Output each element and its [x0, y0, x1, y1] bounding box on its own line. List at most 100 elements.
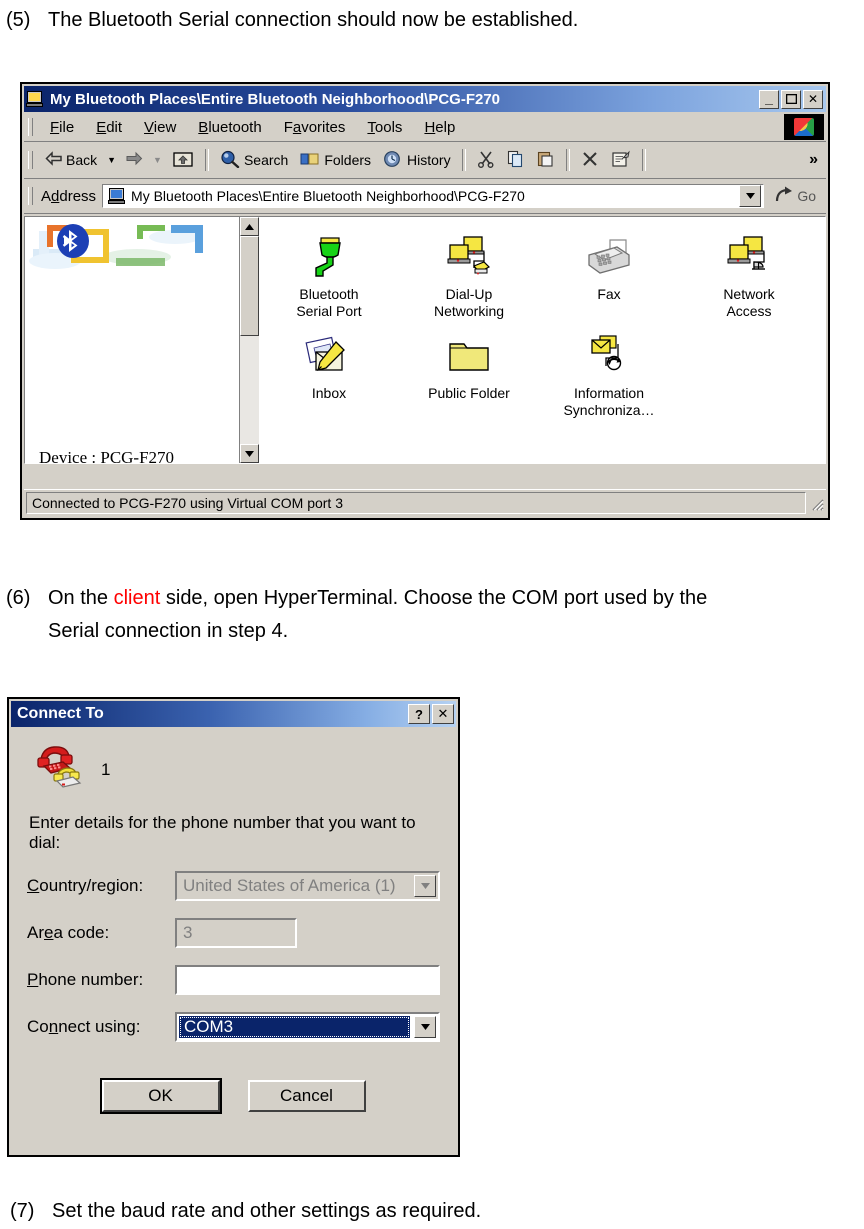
resize-grip[interactable] — [808, 495, 824, 511]
connection-header: 1 — [27, 739, 440, 801]
field-row-country: Country/region: United States of America… — [27, 871, 440, 901]
item-public-folder[interactable]: Public Folder — [399, 326, 539, 425]
go-button[interactable]: Go — [764, 186, 826, 207]
forward-button[interactable] — [120, 148, 149, 172]
step-7-body: Set the baud rate and other settings as … — [52, 1200, 482, 1222]
copy-button[interactable] — [501, 147, 531, 174]
item-network-access[interactable]: Network Access — [679, 227, 819, 326]
menu-bluetooth[interactable]: Bluetooth — [187, 116, 272, 139]
explorer-left-pane: Device : PCG-F270 — [25, 217, 239, 463]
toolbar-overflow-button[interactable]: » — [809, 151, 818, 169]
close-button[interactable]: ✕ — [803, 89, 823, 109]
cancel-button[interactable]: Cancel — [247, 1080, 366, 1112]
left-pane-scrollbar[interactable] — [239, 217, 259, 463]
paste-button[interactable] — [531, 147, 561, 174]
item-inbox[interactable]: Inbox — [259, 326, 399, 425]
dialog-action-buttons: OK Cancel — [27, 1080, 440, 1112]
dialog-close-button[interactable]: ✕ — [432, 704, 454, 724]
toolbar-separator-4 — [641, 149, 646, 171]
addressbar-grip[interactable] — [28, 187, 33, 205]
phone-icon — [35, 743, 91, 798]
scrollbar-track[interactable] — [240, 336, 259, 444]
toolbar-grip[interactable] — [28, 151, 33, 169]
up-folder-icon — [172, 149, 194, 172]
step-6-number: (6) — [6, 587, 31, 609]
field-row-phone-number: Phone number: — [27, 965, 440, 995]
device-label: Device : PCG-F270 — [39, 448, 175, 463]
menubar-grip[interactable] — [28, 118, 33, 136]
history-button[interactable]: History — [377, 147, 457, 174]
step-5-text: (5) The Bluetooth Serial connection shoul… — [6, 5, 578, 35]
address-dropdown-button[interactable] — [739, 185, 762, 207]
country-region-dropdown-icon[interactable] — [414, 875, 436, 897]
menu-tools[interactable]: Tools — [356, 116, 413, 139]
item-information-synchronization[interactable]: Information Synchroniza… — [539, 326, 679, 425]
field-row-connect-using: Connect using: COM3 — [27, 1012, 440, 1042]
dialog-intro-text: Enter details for the phone number that … — [29, 813, 416, 852]
connect-using-dropdown-icon[interactable] — [414, 1016, 436, 1038]
country-region-value: United States of America (1) — [183, 876, 396, 895]
scissors-icon — [477, 150, 495, 171]
address-input[interactable]: My Bluetooth Places\Entire Bluetooth Nei… — [102, 184, 765, 208]
step-5-number: (5) — [6, 9, 31, 31]
search-button[interactable]: Search — [214, 147, 294, 174]
item-label-line2: Networking — [433, 303, 505, 319]
area-code-value: 3 — [183, 923, 193, 942]
area-code-input[interactable]: 3 — [175, 918, 297, 948]
country-region-combo[interactable]: United States of America (1) — [175, 871, 440, 901]
item-fax[interactable]: Fax — [539, 227, 679, 326]
connect-using-combo[interactable]: COM3 — [175, 1012, 440, 1042]
cut-button[interactable] — [471, 147, 501, 174]
back-arrow-icon — [45, 151, 62, 169]
folder-icon — [399, 330, 539, 380]
address-value: My Bluetooth Places\Entire Bluetooth Nei… — [131, 188, 525, 204]
paste-icon — [537, 150, 555, 171]
history-icon — [383, 150, 403, 171]
scroll-up-button[interactable] — [240, 217, 259, 236]
toolbar-separator-3 — [565, 149, 570, 171]
menu-file[interactable]: File — [39, 116, 85, 139]
delete-button[interactable] — [575, 147, 605, 174]
search-label: Search — [243, 152, 289, 168]
item-label-line1: Dial-Up — [445, 286, 493, 302]
dialog-title-bar: Connect To ? ✕ — [11, 701, 456, 727]
item-bluetooth-serial-port[interactable]: Bluetooth Serial Port — [259, 227, 399, 326]
back-dropdown-icon[interactable]: ▼ — [103, 155, 120, 165]
properties-button[interactable] — [605, 147, 637, 174]
explorer-window: My Bluetooth Places\Entire Bluetooth Nei… — [20, 82, 830, 520]
step-6-body-a: On the — [48, 587, 114, 609]
window-controls: _ ✕ — [759, 89, 824, 109]
phone-number-input[interactable] — [175, 965, 440, 995]
scroll-down-button[interactable] — [240, 444, 259, 463]
address-bar: Address My Bluetooth Places\Entire Bluet… — [24, 179, 826, 214]
explorer-title-bar: My Bluetooth Places\Entire Bluetooth Nei… — [24, 86, 826, 112]
history-label: History — [407, 152, 451, 168]
info-sync-icon — [539, 330, 679, 380]
help-button[interactable]: ? — [408, 704, 430, 724]
step-6-line2: Serial connection in step 4. — [48, 620, 289, 642]
item-label-line2: Synchroniza… — [563, 402, 655, 418]
icon-grid: Bluetooth Serial Port Dial-Up Networking… — [259, 227, 825, 425]
toolbar-separator-2 — [461, 149, 466, 171]
network-access-icon — [679, 231, 819, 281]
connect-to-dialog: Connect To ? ✕ 1 Enter details for the p… — [7, 697, 460, 1157]
item-dialup-networking[interactable]: Dial-Up Networking — [399, 227, 539, 326]
back-button[interactable]: Back — [39, 148, 103, 172]
forward-dropdown-icon[interactable]: ▼ — [149, 155, 166, 165]
menu-view[interactable]: View — [133, 116, 187, 139]
ok-button[interactable]: OK — [101, 1080, 220, 1112]
menu-help[interactable]: Help — [413, 116, 466, 139]
menu-edit[interactable]: Edit — [85, 116, 133, 139]
minimize-button[interactable]: _ — [759, 89, 779, 109]
maximize-button[interactable] — [781, 89, 801, 109]
step-7-number: (7) — [10, 1200, 35, 1222]
country-region-label: Country/region: — [27, 876, 144, 895]
folders-button[interactable]: Folders — [294, 147, 377, 174]
scrollbar-thumb[interactable] — [240, 236, 259, 336]
explorer-toolbar: Back ▼ ▼ Search Folders History » — [24, 142, 826, 179]
connection-name: 1 — [101, 760, 111, 779]
menu-favorites[interactable]: Favorites — [273, 116, 357, 139]
explorer-icon-pane: Bluetooth Serial Port Dial-Up Networking… — [259, 217, 825, 463]
step-6-text-line2: Serial connection in step 4. — [6, 616, 288, 646]
up-button[interactable] — [166, 146, 200, 175]
